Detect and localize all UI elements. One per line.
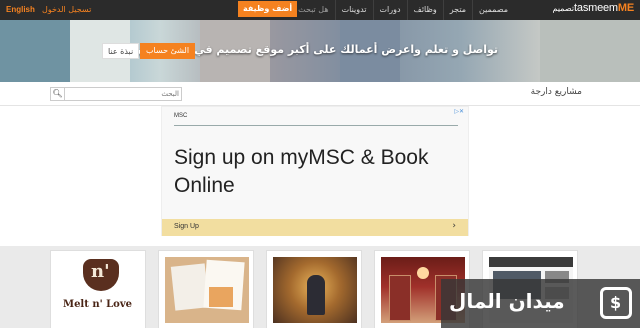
chevron-right-icon: › [452, 221, 456, 231]
nav-item-store[interactable]: متجر [442, 0, 472, 20]
hero-collage-tile [540, 20, 640, 82]
logo-arabic: تصميم [552, 4, 575, 13]
thumb-text-top: n' [91, 261, 110, 282]
watermark: ميدان المال $ [441, 279, 640, 328]
about-button[interactable]: نبذة عنا [102, 43, 140, 59]
ad-divider [174, 125, 458, 126]
ad-info-icon[interactable]: ▷✕ [454, 108, 464, 115]
thumb-lamp [417, 267, 429, 279]
watermark-text: ميدان المال [449, 289, 565, 313]
logo-bold: ME [617, 2, 634, 14]
nav-item-courses[interactable]: دورات [372, 0, 407, 20]
ad-brand: MSC [174, 113, 188, 119]
ad-container: ▷✕ MSC Sign up on myMSC & Book Online Si… [0, 106, 640, 246]
language-switch[interactable]: English [6, 0, 35, 20]
logo-prefix: tasmeem [574, 2, 618, 14]
site-logo[interactable]: تصميمtasmeemME [551, 2, 635, 14]
project-thumbnail[interactable] [273, 257, 357, 323]
ad-cta-button[interactable]: Sign Up › [162, 219, 468, 236]
nav-item-jobs[interactable]: وظائف [406, 0, 443, 20]
thumb-figure [307, 275, 325, 315]
ad-headline[interactable]: Sign up on myMSC & Book Online [174, 144, 464, 200]
search-box: 🔍︎ [50, 87, 182, 101]
watermark-logo-glyph: $ [610, 293, 622, 312]
section-title: مشاريع دارجة [530, 87, 582, 97]
search-icon[interactable]: 🔍︎ [51, 88, 65, 100]
login-link[interactable]: تسجيل الدخول [42, 0, 91, 20]
top-navigation-bar: تصميمtasmeemME مصممين متجر وظائف دورات ت… [0, 0, 640, 20]
thumb-note [209, 287, 233, 307]
project-card[interactable] [158, 250, 254, 328]
post-job-button[interactable]: أضف وظيفة [238, 1, 298, 17]
project-thumbnail[interactable] [165, 257, 249, 323]
dollar-logo-icon: $ [600, 287, 632, 319]
project-thumbnail[interactable]: n' Melt n' Love [57, 257, 141, 323]
project-card[interactable] [266, 250, 362, 328]
ad-cta-label: Sign Up [174, 223, 199, 230]
hero-collage-tile [0, 20, 70, 82]
nav-item-blog[interactable]: تدوينات [334, 0, 373, 20]
thumb-header [489, 257, 573, 267]
thumb-door [389, 275, 411, 321]
project-card[interactable]: n' Melt n' Love [50, 250, 146, 328]
advertisement[interactable]: ▷✕ MSC Sign up on myMSC & Book Online Si… [161, 106, 469, 236]
thumb-text-bottom: Melt n' Love [63, 299, 133, 310]
nav-item-designers[interactable]: مصممين [472, 0, 514, 20]
projects-toolbar: مشاريع دارجة 🔍︎ [0, 82, 640, 106]
signup-button[interactable]: الشئ حساب [140, 43, 196, 59]
search-input[interactable] [67, 88, 179, 100]
hero-banner: تواصل و تعلم واعرض أعمالك على أكبر موقع … [0, 20, 640, 82]
